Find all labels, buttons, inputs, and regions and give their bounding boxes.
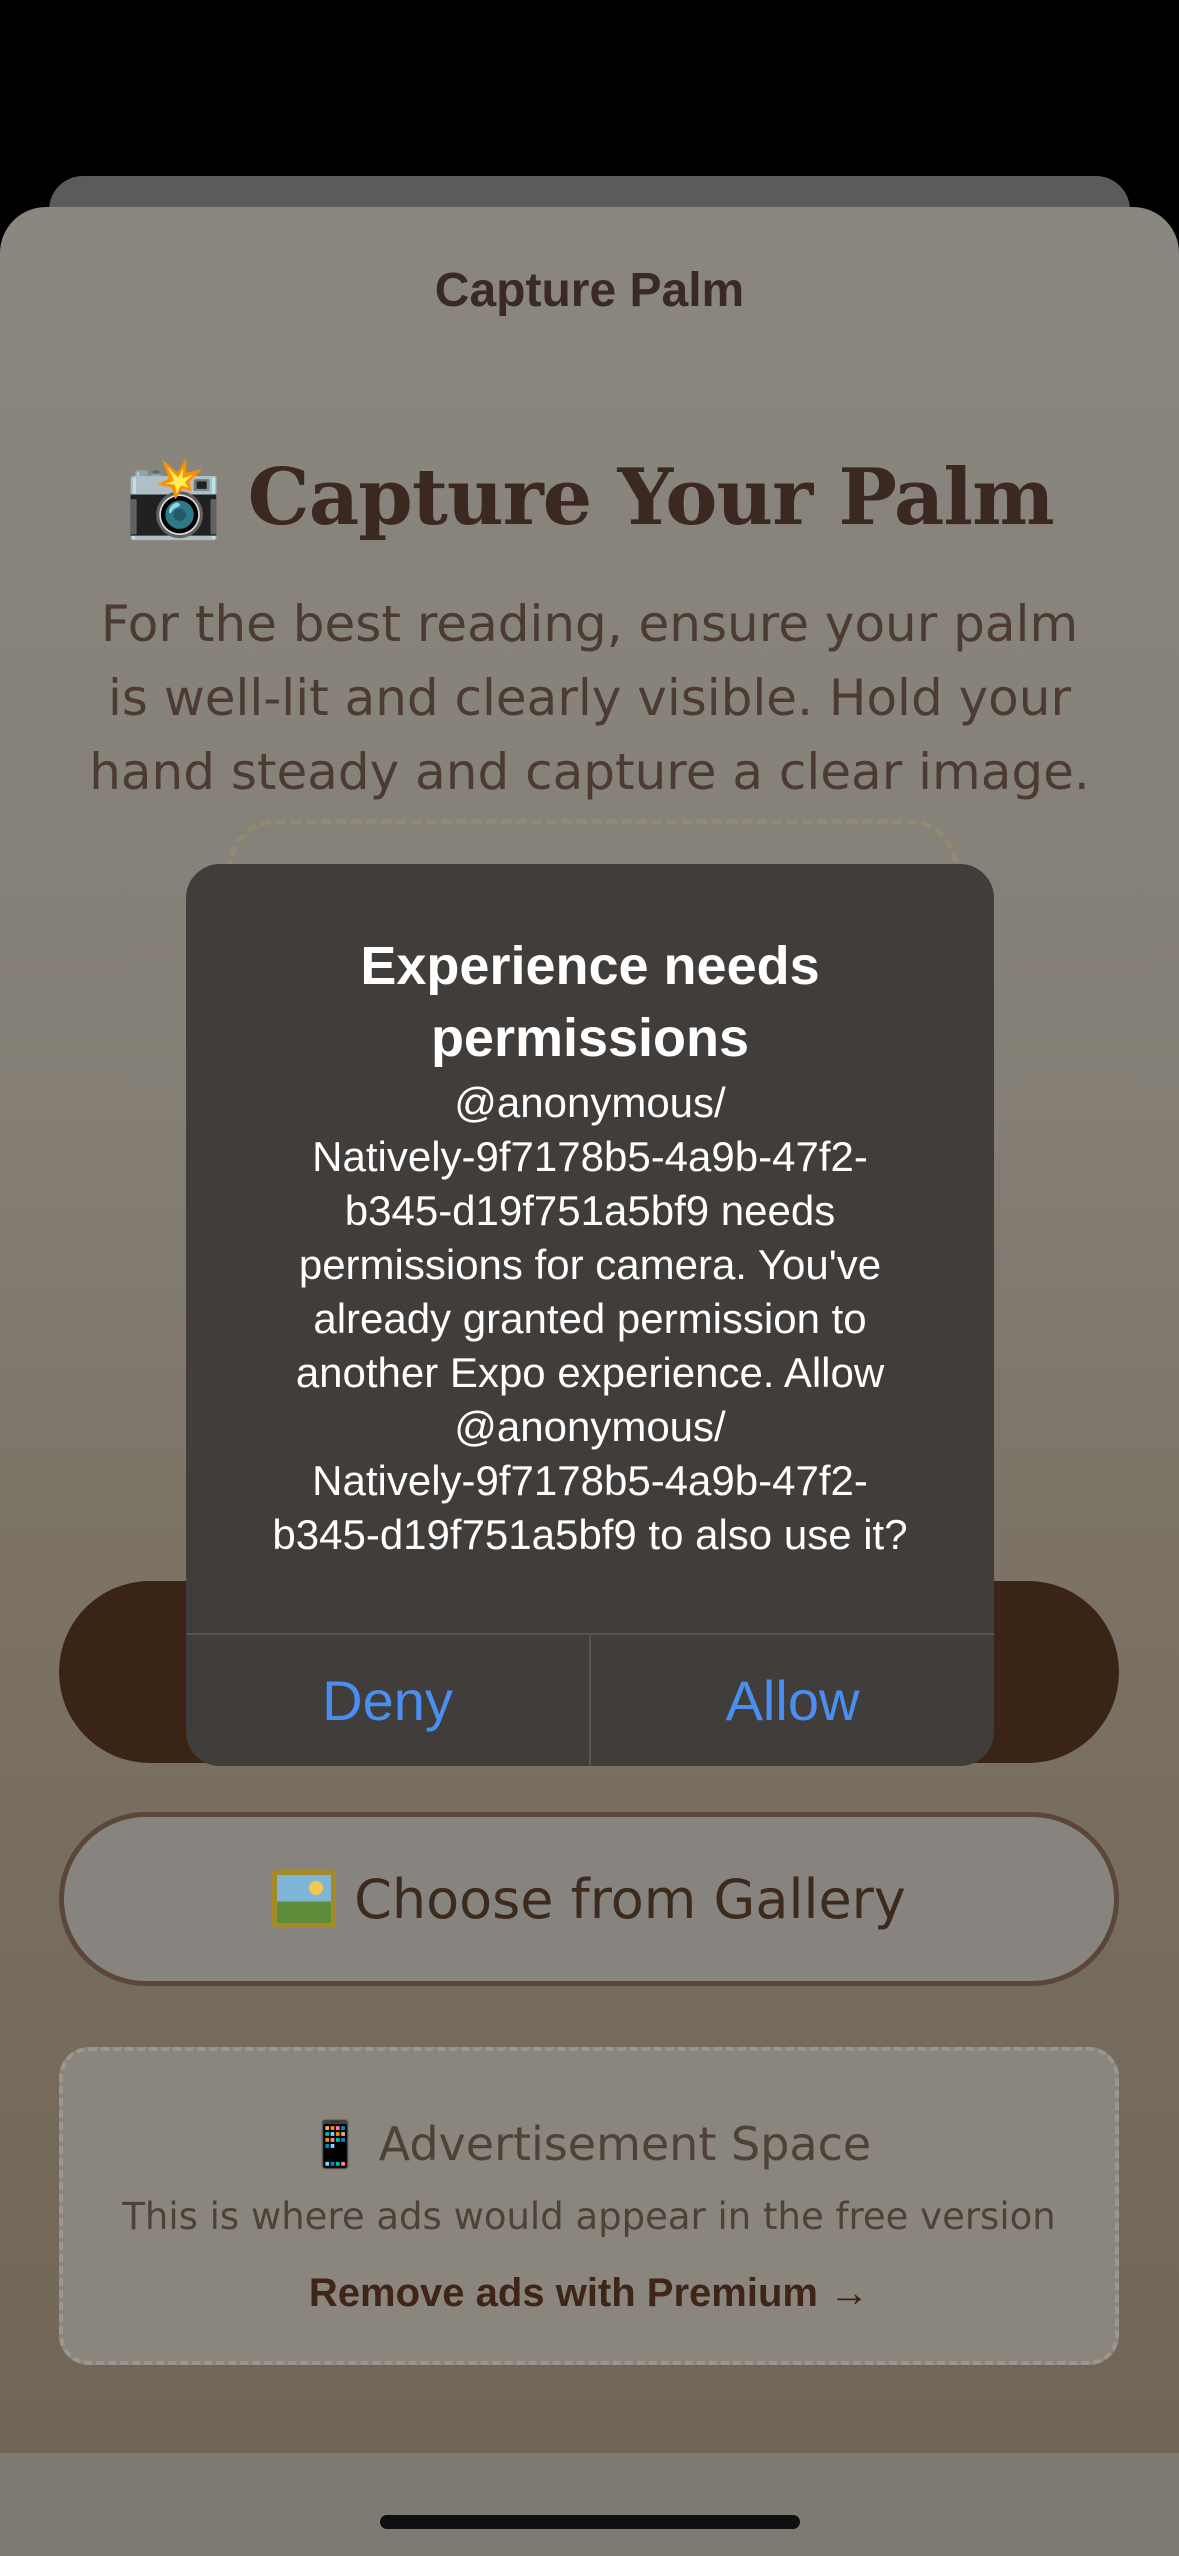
advertisement-box: 📱 Advertisement Space This is where ads …	[59, 2047, 1119, 2365]
page-title: 📸 Capture Your Palm	[0, 452, 1179, 544]
alert-message: @anonymous/ Natively-9f7178b5-4a9b-47f2-…	[272, 1079, 908, 1558]
ad-subtitle: This is where ads would appear in the fr…	[122, 2195, 1056, 2238]
choose-from-gallery-button[interactable]: Choose from Gallery	[59, 1812, 1119, 1986]
page-title-text: Capture Your Palm	[247, 452, 1055, 543]
home-indicator[interactable]	[380, 2515, 800, 2529]
ad-title: 📱 Advertisement Space	[306, 2117, 872, 2171]
alert-title: Experience needs permissions	[360, 936, 820, 1068]
permission-alert: Experience needs permissions @anonymous/…	[186, 864, 994, 1766]
instructions-text: For the best reading, ensure your palm i…	[89, 595, 1090, 801]
framed-picture-icon	[272, 1870, 337, 1928]
gallery-button-label: Choose from Gallery	[354, 1867, 906, 1931]
camera-flash-icon: 📸	[125, 452, 222, 543]
deny-button[interactable]: Deny	[186, 1635, 589, 1766]
sheet-title: Capture Palm	[434, 264, 745, 317]
allow-button[interactable]: Allow	[591, 1635, 994, 1766]
screen: Capture Palm 📸 Capture Your Palm For the…	[0, 0, 1179, 2556]
sheet-footer	[0, 2453, 1179, 2556]
remove-ads-link[interactable]: Remove ads with Premium →	[63, 2271, 1115, 2316]
